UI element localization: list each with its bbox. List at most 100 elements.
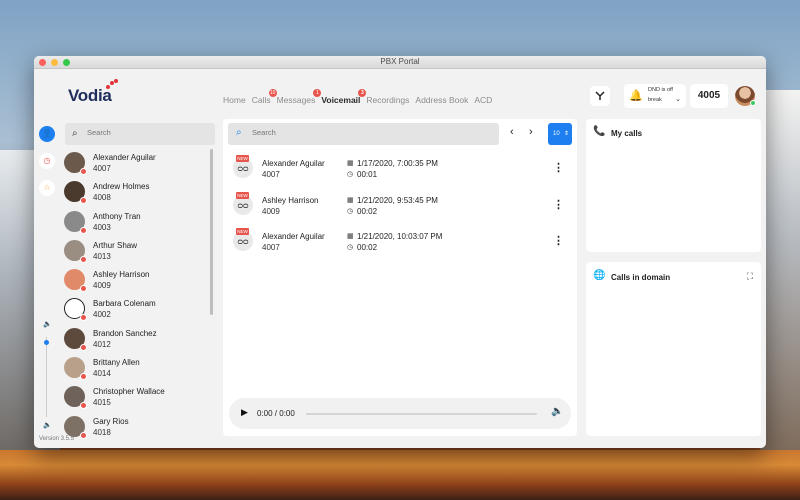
contact-item[interactable]: Brandon Sanchez 4012 xyxy=(60,325,210,354)
previous-page-button[interactable]: ‹ xyxy=(510,126,514,138)
volume-button[interactable]: 🔈 xyxy=(551,406,563,417)
voicemail-duration: 00:02 xyxy=(357,243,378,252)
dnd-mode-select[interactable]: break xyxy=(648,95,681,103)
contacts-search: ⌕ xyxy=(65,123,215,145)
extension-display: 4005 xyxy=(690,84,728,108)
more-options-button[interactable]: ⋮ xyxy=(553,234,564,247)
nav-calls[interactable]: Calls 10 xyxy=(252,89,277,105)
contact-extension: 4012 xyxy=(93,339,111,349)
search-icon: ⌕ xyxy=(236,127,242,138)
contact-name: Gary Rios xyxy=(93,416,129,426)
contact-name: Arthur Shaw xyxy=(93,240,138,250)
version-label: Version 3.5.5 xyxy=(39,436,75,442)
status-dot xyxy=(80,197,87,205)
app-header: Vodia Home Calls 10 Messages 1 Voicemail 3 … xyxy=(34,69,766,119)
more-options-button[interactable]: ⋮ xyxy=(553,161,564,174)
contact-item[interactable]: Christopher Wallace 4015 xyxy=(60,383,210,412)
calendar-icon: ▦ xyxy=(347,233,354,240)
voicemail-item[interactable]: ᴑᴑ NEW Ashley Harrison 4009 ▦ 1/21/2020,… xyxy=(223,190,577,227)
caller-extension: 4007 xyxy=(262,170,280,179)
nav-acd[interactable]: ACD xyxy=(474,95,492,105)
voicemail-duration: 00:01 xyxy=(357,170,378,179)
call-transfer-icon xyxy=(595,91,605,100)
star-icon: ☆ xyxy=(43,183,51,192)
window-title: PBX Portal xyxy=(380,57,420,66)
voicemail-item[interactable]: ᴑᴑ NEW Alexander Aguilar 4007 ▦ 1/17/202… xyxy=(223,153,577,190)
voicemail-panel: ⌕ ‹ › 10 ᴑᴑ NEW Alexander Aguilar 4007 ▦… xyxy=(223,119,577,436)
status-dot xyxy=(80,402,87,410)
status-dot xyxy=(80,285,87,293)
status-dot xyxy=(80,314,87,322)
contact-extension: 4015 xyxy=(93,398,111,408)
voicemail-duration: 00:02 xyxy=(357,206,378,216)
contact-item[interactable]: Andrew Holmes 4008 xyxy=(60,178,210,207)
caller-name: Alexander Aguilar xyxy=(262,232,325,241)
user-online-status-dot xyxy=(750,100,756,106)
clock-icon: ◷ xyxy=(43,156,51,165)
calendar-icon: ▦ xyxy=(347,196,354,204)
status-dot xyxy=(80,373,87,381)
contact-extension: 4014 xyxy=(93,369,111,379)
more-options-button[interactable]: ⋮ xyxy=(553,198,564,211)
new-badge: NEW xyxy=(236,191,249,199)
voicemail-item[interactable]: ᴑᴑ NEW Alexander Aguilar 4007 ▦ 1/21/202… xyxy=(223,226,577,263)
calls-count-badge: 10 xyxy=(268,89,277,97)
contact-item[interactable]: Barbara Colenam 4002 xyxy=(60,295,210,324)
voicemail-date: 1/21/2020, 9:53:45 PM xyxy=(357,195,438,205)
contact-item[interactable]: Brittany Allen 4014 xyxy=(60,354,210,383)
volume-slider[interactable] xyxy=(46,337,47,417)
expand-icon[interactable]: ⛶ xyxy=(747,271,753,282)
call-transfer-button[interactable] xyxy=(590,86,610,106)
nav-messages[interactable]: Messages 1 xyxy=(277,89,322,105)
voicemail-search-input[interactable] xyxy=(252,128,482,137)
bell-icon: 🔔 xyxy=(629,90,643,102)
contact-name: Alexander Aguilar xyxy=(93,153,156,162)
favorites-tab-button[interactable]: ☆ xyxy=(39,180,55,196)
status-dot xyxy=(80,255,87,263)
nav-address-book[interactable]: Address Book xyxy=(415,95,468,105)
volume-slider-handle[interactable] xyxy=(44,340,49,345)
caller-name: Ashley Harrison xyxy=(262,195,319,205)
contact-item[interactable]: Anthony Tran 4003 xyxy=(60,208,210,237)
messages-count-badge: 1 xyxy=(313,89,322,97)
contacts-search-input[interactable] xyxy=(87,128,207,137)
contact-name: Ashley Harrison xyxy=(93,270,150,280)
voicemail-date: 1/17/2020, 7:00:35 PM xyxy=(357,159,438,168)
playback-time: 0:00 / 0:00 xyxy=(257,409,295,418)
next-page-button[interactable]: › xyxy=(529,126,533,138)
nav-home[interactable]: Home xyxy=(223,95,246,105)
desktop-background-lake xyxy=(0,450,800,500)
status-dot xyxy=(80,431,87,439)
play-button[interactable]: ▶ xyxy=(241,407,248,418)
desktop-background-mountain xyxy=(760,90,800,450)
caller-name: Alexander Aguilar xyxy=(262,159,325,168)
contact-name: Anthony Tran xyxy=(93,211,141,221)
status-dot xyxy=(80,343,87,351)
contact-extension: 4013 xyxy=(93,251,111,261)
page-size-select[interactable]: 10 xyxy=(548,123,572,145)
contact-extension: 4002 xyxy=(93,310,111,320)
playback-progress-bar[interactable] xyxy=(306,413,537,415)
contact-name: Barbara Colenam xyxy=(93,299,156,309)
contact-item[interactable]: Arthur Shaw 4013 xyxy=(60,237,210,266)
contact-item[interactable]: Alexander Aguilar 4007 xyxy=(60,149,210,178)
contact-item[interactable]: Gary Rios 4018 xyxy=(60,413,210,442)
contact-name: Andrew Holmes xyxy=(93,182,150,192)
status-dot xyxy=(80,226,87,234)
nav-voicemail[interactable]: Voicemail 3 xyxy=(321,89,367,105)
contacts-list: Alexander Aguilar 4007 Andrew Holmes 4008 … xyxy=(60,149,210,442)
clock-icon: ◷ xyxy=(347,171,354,178)
dnd-status-text: DND is off xyxy=(648,87,673,93)
nav-recordings[interactable]: Recordings xyxy=(366,95,409,105)
contact-item[interactable]: Ashley Harrison 4009 xyxy=(60,266,210,295)
contact-extension: 4003 xyxy=(93,222,111,232)
recent-tab-button[interactable]: ◷ xyxy=(39,153,55,169)
clock-icon: ◷ xyxy=(347,244,354,251)
calls-in-domain-card: 🌐 Calls in domain ⛶ xyxy=(586,262,761,436)
dnd-control[interactable]: 🔔 DND is off break xyxy=(624,84,686,108)
voicemail-list: ᴑᴑ NEW Alexander Aguilar 4007 ▦ 1/17/202… xyxy=(223,153,577,263)
contacts-tab-button[interactable]: 👤 xyxy=(39,126,55,142)
audio-player: ▶ 0:00 / 0:00 🔈 xyxy=(229,398,571,429)
new-badge: NEW xyxy=(236,228,249,235)
contacts-scrollbar[interactable] xyxy=(210,149,213,315)
